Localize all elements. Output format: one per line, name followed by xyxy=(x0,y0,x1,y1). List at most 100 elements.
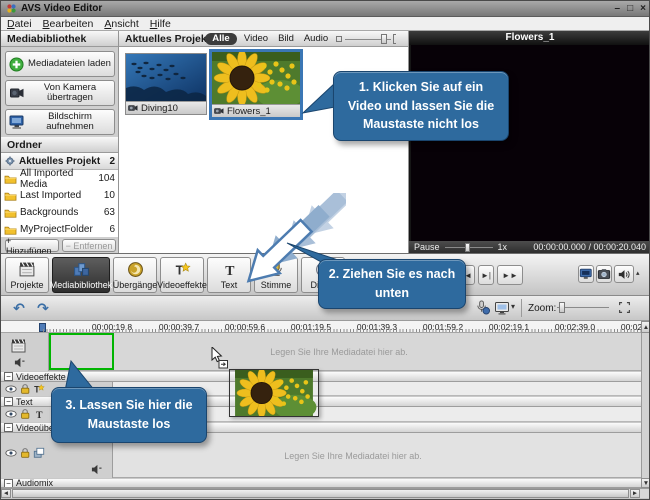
volume-button[interactable] xyxy=(614,265,634,283)
step-forward-button[interactable]: ►| xyxy=(478,265,494,285)
text-track-icon xyxy=(33,408,45,420)
tab-audio[interactable]: Audio xyxy=(301,33,331,45)
folder-all-imported-media[interactable]: All Imported Media 104 xyxy=(1,170,118,187)
toolbar-button-uebergaenge[interactable]: Übergänge xyxy=(113,257,157,293)
play-button[interactable]: ►► xyxy=(497,265,523,285)
scroll-right-button[interactable]: ► xyxy=(630,489,640,498)
volume-flyout-arrow[interactable]: ▴ xyxy=(636,269,640,277)
dragged-clip[interactable] xyxy=(229,369,319,417)
drop-hint: Legen Sie Ihre Mediadatei hier ab. xyxy=(49,333,629,371)
folder-backgrounds[interactable]: Backgrounds 63 xyxy=(1,204,118,221)
folder-count: 6 xyxy=(109,224,115,235)
eye-icon[interactable] xyxy=(5,447,17,459)
dragged-clip-thumbnail xyxy=(230,370,318,416)
overlay-speaker-icon[interactable] xyxy=(91,464,102,475)
track-label-text: Text xyxy=(16,397,33,407)
folders-header: Ordner xyxy=(1,137,118,153)
collapse-icon[interactable]: − xyxy=(4,397,13,406)
video-track-icon xyxy=(11,338,27,354)
redo-button[interactable]: ↷ xyxy=(33,299,53,317)
overlay-track-icon xyxy=(33,447,45,459)
track-strip-audiomix[interactable]: − Audiomix xyxy=(1,478,641,488)
eye-icon[interactable] xyxy=(5,408,17,420)
timeline-ruler[interactable]: 00:00:19.8 00:00:39.7 00:00:59.6 00:01:1… xyxy=(1,321,650,333)
screen-mode-button[interactable] xyxy=(578,265,594,283)
horizontal-scrollbar[interactable]: ◄ ► xyxy=(1,488,650,498)
scrollbar-thumb[interactable] xyxy=(12,489,629,498)
speed-slider[interactable] xyxy=(445,247,493,248)
undo-button[interactable]: ↶ xyxy=(9,299,29,317)
vertical-scrollbar[interactable] xyxy=(641,333,650,478)
display-mode-button[interactable] xyxy=(494,300,510,316)
tab-video[interactable]: Video xyxy=(241,33,271,45)
speed-label: 1x xyxy=(498,242,508,252)
toolbar-button-projekte[interactable]: Projekte xyxy=(5,257,49,293)
fit-timeline-button[interactable] xyxy=(618,301,631,314)
folder-count: 63 xyxy=(104,207,115,218)
camcorder-label-icon xyxy=(214,107,224,115)
ruler-tick: 00:00:59.6 xyxy=(215,322,275,332)
media-item-diving10[interactable]: Diving10 xyxy=(125,53,207,115)
zoom-slider-handle[interactable] xyxy=(559,302,565,313)
menu-hilfe[interactable]: Hilfe xyxy=(150,18,171,30)
capture-camera-button[interactable]: Von Kamera übertragen xyxy=(5,80,115,106)
collapse-icon[interactable]: − xyxy=(4,423,13,432)
preview-title: Flowers_1 xyxy=(409,31,650,45)
load-media-label: Mediadateien laden xyxy=(28,59,111,69)
folder-name: All Imported Media xyxy=(20,168,95,190)
lock-icon[interactable] xyxy=(19,383,31,395)
lock-icon[interactable] xyxy=(19,447,31,459)
folder-name: Last Imported xyxy=(20,190,81,201)
scroll-up-button[interactable]: ▲ xyxy=(641,321,650,333)
maximize-button[interactable]: □ xyxy=(627,2,633,16)
media-item-flowers1[interactable]: Flowers_1 xyxy=(209,49,303,120)
add-folder-button[interactable]: + Hinzufügen xyxy=(5,239,59,252)
folder-last-imported[interactable]: Last Imported 10 xyxy=(1,187,118,204)
video-track-speaker-icon[interactable] xyxy=(14,357,25,368)
lock-icon[interactable] xyxy=(19,408,31,420)
folder-icon xyxy=(4,207,17,218)
speed-slider-handle[interactable] xyxy=(465,243,470,252)
menu-bearbeiten[interactable]: Bearbeiten xyxy=(43,18,94,30)
narration-button[interactable] xyxy=(475,300,490,315)
ruler-tick: 00:00:39.7 xyxy=(149,322,209,332)
load-media-button[interactable]: Mediadateien laden xyxy=(5,51,115,77)
thumbnail-size-slider-handle[interactable] xyxy=(381,34,387,44)
callout-step2: 2. Ziehen Sie es nach unten xyxy=(318,259,466,309)
toolbar-label: Mediabibliothek xyxy=(50,280,113,290)
close-button[interactable]: × xyxy=(640,2,646,16)
media-library-title: Mediabibliothek xyxy=(7,33,86,45)
minimize-button[interactable]: – xyxy=(615,2,621,16)
eye-icon[interactable] xyxy=(5,383,17,395)
scroll-down-button[interactable]: ▼ xyxy=(641,478,650,488)
scroll-left-button[interactable]: ◄ xyxy=(1,489,11,498)
collapse-icon[interactable]: − xyxy=(4,479,13,488)
volume-icon xyxy=(618,268,631,281)
display-mode-dropdown-arrow[interactable]: ▾ xyxy=(511,302,515,311)
screen-capture-icon xyxy=(9,114,25,130)
add-media-icon xyxy=(9,57,24,72)
toolbar-label: Videoeffekte xyxy=(157,280,207,290)
toolbar-button-videoeffekte[interactable]: Videoeffekte xyxy=(160,257,204,293)
playback-status-label: Pause xyxy=(414,242,440,252)
ruler-tick: 00:01:19.5 xyxy=(281,322,341,332)
effects-track-icon xyxy=(33,383,45,395)
preview-status-bar: Pause 1x 00:00:00.000 / 00:00:20.040 xyxy=(409,241,650,253)
tab-alle[interactable]: Alle xyxy=(205,33,237,45)
media-library-header: Mediabibliothek xyxy=(1,31,118,47)
menu-ansicht[interactable]: Ansicht xyxy=(104,18,138,30)
video-effects-icon xyxy=(174,261,191,278)
capture-screen-button[interactable]: Bildschirm aufnehmen xyxy=(5,109,115,135)
tab-bild[interactable]: Bild xyxy=(274,33,298,45)
menubar: Datei Bearbeiten Ansicht Hilfe xyxy=(1,17,650,31)
thumbnail-size-min-icon xyxy=(336,36,342,42)
playhead-marker[interactable] xyxy=(39,323,46,332)
collapse-icon[interactable]: − xyxy=(4,372,13,381)
media-thumbnail-flowers1 xyxy=(212,52,300,104)
remove-folder-button[interactable]: − Entfernen xyxy=(62,239,116,252)
menu-datei[interactable]: Datei xyxy=(7,18,32,30)
ruler-tick: 00:02:39.0 xyxy=(545,322,605,332)
folder-icon xyxy=(4,224,17,235)
snapshot-button[interactable] xyxy=(596,265,612,283)
toolbar-button-mediabibliothek[interactable]: Mediabibliothek xyxy=(52,257,110,293)
